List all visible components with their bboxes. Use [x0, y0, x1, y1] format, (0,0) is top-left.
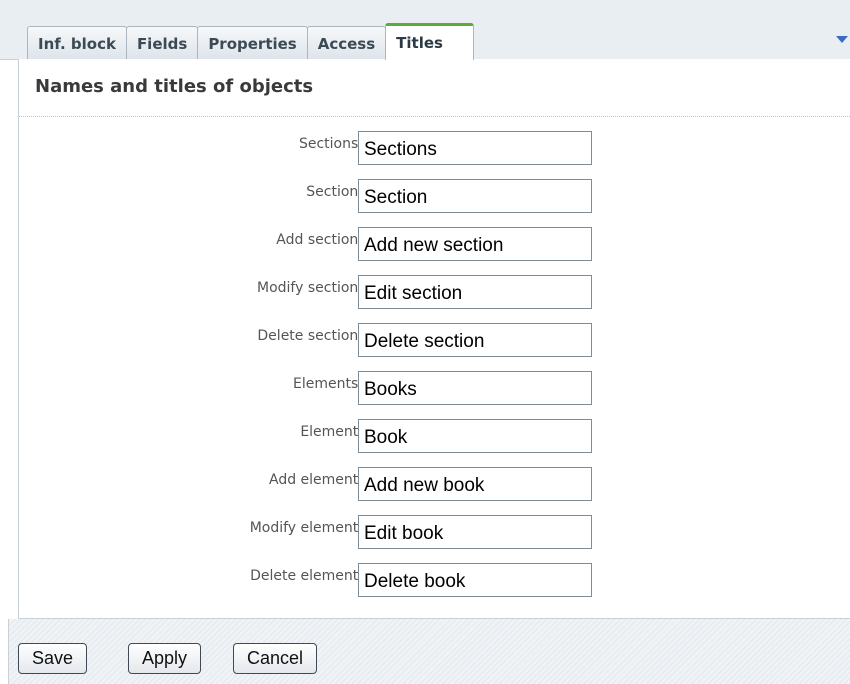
apply-button[interactable]: Apply	[128, 643, 202, 674]
tab-inf-block[interactable]: Inf. block	[27, 26, 127, 60]
field-label: Element:	[300, 424, 363, 440]
elements-field[interactable]	[358, 371, 592, 405]
modify-section-field[interactable]	[358, 275, 592, 309]
save-button[interactable]: Save	[18, 643, 88, 674]
field-label: Sections:	[298, 136, 363, 152]
modify-element-field[interactable]	[358, 515, 592, 549]
delete-element-field[interactable]	[358, 563, 592, 597]
heading-divider	[19, 116, 850, 117]
titles-panel: Names and titles of objects Sections: Se…	[18, 59, 850, 619]
field-label: Modify element:	[249, 520, 363, 536]
form-row-sections: Sections:	[19, 131, 850, 167]
tab-titles[interactable]: Titles	[385, 23, 474, 61]
form-row-elements: Elements:	[19, 371, 850, 407]
tab-access[interactable]: Access	[306, 26, 387, 60]
delete-section-field[interactable]	[358, 323, 592, 357]
form-row-section: Section:	[19, 179, 850, 215]
panel-heading: Names and titles of objects	[35, 76, 314, 97]
tab-strip: Inf. block Fields Properties Access Titl…	[0, 0, 850, 61]
form-row-add-element: Add element:	[19, 467, 850, 503]
tab-list: Inf. block Fields Properties Access Titl…	[27, 23, 474, 61]
field-label: Modify section:	[257, 280, 363, 296]
form-row-add-section: Add section:	[19, 227, 850, 263]
add-section-field[interactable]	[358, 227, 592, 261]
field-label: Section:	[306, 184, 363, 200]
triangle-down-icon[interactable]	[836, 36, 848, 43]
section-field[interactable]	[358, 179, 592, 213]
form-row-modify-section: Modify section:	[19, 275, 850, 311]
form-row-delete-section: Delete section:	[19, 323, 850, 359]
add-element-field[interactable]	[358, 467, 592, 501]
button-bar: Save Apply Cancel	[8, 619, 850, 684]
form-row-modify-element: Modify element:	[19, 515, 850, 551]
field-label: Delete element:	[250, 568, 363, 584]
cancel-button[interactable]: Cancel	[233, 643, 318, 674]
field-label: Elements:	[293, 376, 363, 392]
field-label: Add element:	[268, 472, 363, 488]
element-field[interactable]	[358, 419, 592, 453]
field-label: Delete section:	[257, 328, 363, 344]
titles-settings-page: Inf. block Fields Properties Access Titl…	[0, 0, 850, 684]
tab-fields[interactable]: Fields	[125, 26, 199, 60]
sections-field[interactable]	[358, 131, 592, 165]
tab-properties[interactable]: Properties	[197, 26, 308, 60]
field-label: Add section:	[276, 232, 363, 248]
form-row-delete-element: Delete element:	[19, 563, 850, 599]
form-row-element: Element:	[19, 419, 850, 455]
